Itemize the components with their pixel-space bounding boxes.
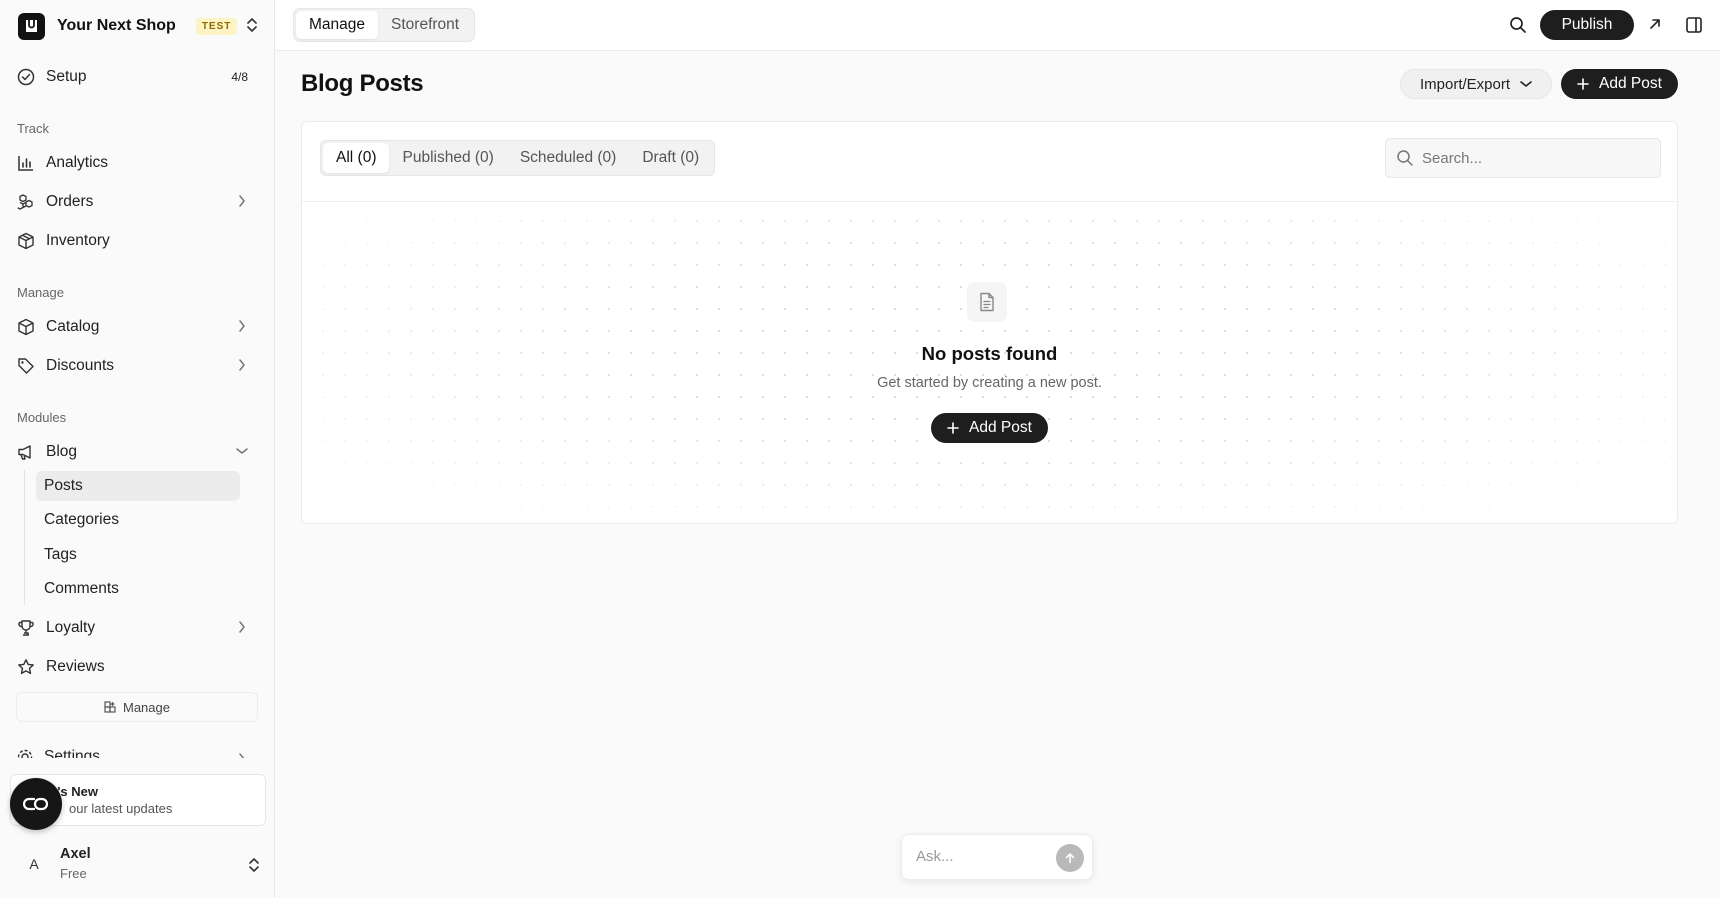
check-circle-icon <box>16 67 36 87</box>
ask-assistant-box <box>901 834 1093 880</box>
sidebar-item-label: Discounts <box>46 357 115 374</box>
sidebar-item-settings[interactable]: Settings <box>16 744 260 758</box>
submenu-rail <box>24 470 25 605</box>
user-name: Axel <box>60 846 91 862</box>
chevron-updown-icon <box>248 856 260 874</box>
add-post-button[interactable]: Add Post <box>1561 69 1678 99</box>
tab-all[interactable]: All (0) <box>323 143 390 173</box>
sidebar-item-label: Setup <box>46 68 87 85</box>
assistant-fab-button[interactable] <box>10 778 62 830</box>
sidebar-item-label: Blog <box>46 443 78 460</box>
chevron-updown-icon <box>246 16 258 34</box>
sidebar-subitem-posts[interactable]: Posts <box>36 471 240 501</box>
tab-scheduled[interactable]: Scheduled (0) <box>507 143 630 173</box>
chevron-right-icon <box>238 753 246 758</box>
sidebar-item-label: Analytics <box>46 154 109 171</box>
sidebar-item-catalog[interactable]: Catalog <box>16 311 260 343</box>
gear-icon <box>16 748 34 758</box>
add-post-label: Add Post <box>1599 75 1662 92</box>
posts-card: All (0) Published (0) Scheduled (0) Draf… <box>301 121 1678 524</box>
sidebar-item-analytics[interactable]: Analytics <box>16 147 260 179</box>
manage-modules-label: Manage <box>123 699 170 715</box>
package-icon <box>16 317 36 337</box>
plus-icon <box>1577 78 1589 90</box>
empty-add-post-button[interactable]: Add Post <box>931 413 1048 443</box>
sidebar-subitem-tags[interactable]: Tags <box>36 540 240 570</box>
sidebar-item-label: Inventory <box>46 232 110 249</box>
section-label-manage: Manage <box>17 285 64 300</box>
sidebar-item-label: Reviews <box>46 658 105 675</box>
search-icon <box>1396 149 1414 167</box>
plus-icon <box>947 422 959 434</box>
shop-logo-icon <box>18 12 45 40</box>
empty-state-title: No posts found <box>921 343 1058 364</box>
import-export-button[interactable]: Import/Export <box>1400 69 1552 99</box>
megaphone-icon <box>16 442 36 462</box>
sidebar: Your Next Shop TEST Setup 4/8 Track Anal… <box>0 0 275 898</box>
manage-modules-button[interactable]: Manage <box>16 692 258 722</box>
mode-switcher: Manage Storefront <box>293 8 476 42</box>
test-mode-badge: TEST <box>195 17 238 35</box>
arrow-up-icon <box>1064 852 1076 864</box>
sidebar-item-setup[interactable]: Setup 4/8 <box>16 61 260 93</box>
user-plan: Free <box>60 866 87 881</box>
section-label-track: Track <box>17 121 50 136</box>
tab-storefront[interactable]: Storefront <box>378 11 472 39</box>
sidebar-item-label: Orders <box>46 193 94 210</box>
sidebar-item-blog[interactable]: Blog <box>16 436 260 468</box>
box-icon <box>16 231 36 251</box>
chevron-right-icon <box>238 359 246 371</box>
external-link-icon[interactable] <box>1648 17 1662 31</box>
whats-new-subtitle: our latest updates <box>69 801 173 816</box>
publish-button[interactable]: Publish <box>1540 10 1634 40</box>
document-icon <box>967 282 1007 322</box>
sidebar-subitem-categories[interactable]: Categories <box>36 505 240 535</box>
sidebar-item-reviews[interactable]: Reviews <box>16 651 260 683</box>
search-icon[interactable] <box>1509 16 1527 34</box>
ask-input[interactable] <box>916 848 1046 865</box>
sidebar-toggle-icon[interactable] <box>1685 16 1703 34</box>
assistant-logo-icon <box>23 796 49 812</box>
import-export-label: Import/Export <box>1419 75 1511 93</box>
orders-icon <box>16 192 36 212</box>
sidebar-item-label: Settings <box>44 748 101 758</box>
chevron-down-icon <box>236 447 248 455</box>
tab-published[interactable]: Published (0) <box>389 143 506 173</box>
chevron-right-icon <box>238 195 246 207</box>
tag-icon <box>16 356 36 376</box>
shop-name: Your Next Shop <box>57 17 176 34</box>
section-label-modules: Modules <box>17 410 67 425</box>
sidebar-item-discounts[interactable]: Discounts <box>16 350 260 382</box>
chevron-right-icon <box>238 320 246 332</box>
avatar: A <box>29 856 39 872</box>
chevron-down-icon <box>1520 80 1532 88</box>
send-button[interactable] <box>1056 844 1084 872</box>
empty-state-subtitle: Get started by creating a new post. <box>877 375 1102 391</box>
sidebar-item-label: Catalog <box>46 318 100 335</box>
grid-plus-icon <box>104 700 117 714</box>
status-filter-tabs: All (0) Published (0) Scheduled (0) Draf… <box>320 140 716 176</box>
sidebar-item-orders[interactable]: Orders <box>16 186 260 218</box>
top-bar: Manage Storefront Publish <box>275 0 1720 51</box>
setup-progress-count: 4/8 <box>231 70 248 84</box>
sidebar-item-label: Loyalty <box>46 619 96 636</box>
bar-chart-icon <box>16 153 36 173</box>
trophy-icon <box>16 618 36 638</box>
user-menu[interactable]: A Axel Free <box>16 846 260 882</box>
tab-draft[interactable]: Draft (0) <box>629 143 712 173</box>
chevron-right-icon <box>238 621 246 633</box>
shop-switcher[interactable]: Your Next Shop TEST <box>18 12 258 40</box>
star-icon <box>16 657 36 677</box>
posts-search <box>1385 138 1661 178</box>
tab-manage[interactable]: Manage <box>296 11 379 39</box>
add-post-label: Add Post <box>969 419 1032 436</box>
sidebar-item-loyalty[interactable]: Loyalty <box>16 612 260 644</box>
sidebar-subitem-comments[interactable]: Comments <box>36 574 240 604</box>
sidebar-item-inventory[interactable]: Inventory <box>16 225 260 257</box>
page-title: Blog Posts <box>301 70 424 97</box>
search-input[interactable] <box>1422 149 1642 167</box>
